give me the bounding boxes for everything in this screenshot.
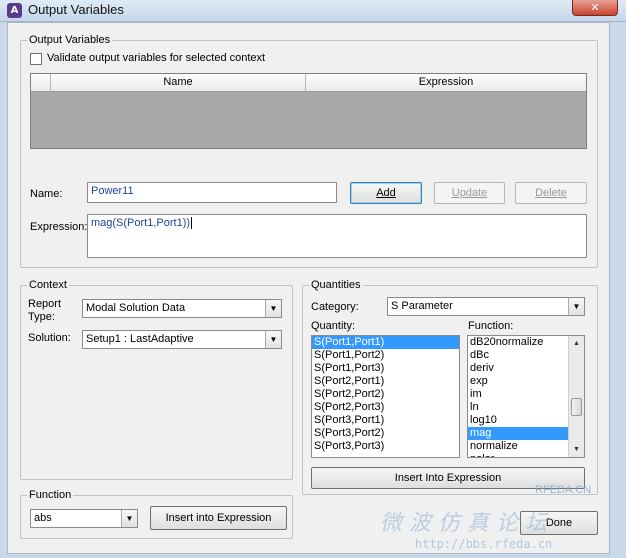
grid-row-header-cell	[31, 74, 51, 92]
list-item[interactable]: S(Port1,Port3)	[312, 362, 459, 375]
quantity-list[interactable]: S(Port1,Port1) S(Port1,Port2) S(Port1,Port…	[311, 335, 460, 458]
name-input[interactable]: Power11	[87, 182, 337, 203]
chevron-down-icon[interactable]: ▼	[265, 331, 281, 348]
category-label: Category:	[311, 301, 359, 313]
function-list-items: dB20normalize dBc deriv exp im ln log10 mag norm…	[468, 336, 568, 457]
list-item[interactable]: polar	[468, 453, 568, 457]
list-item[interactable]: S(Port3,Port1)	[312, 414, 459, 427]
expression-text: mag(S(Port1,Port1))	[91, 217, 191, 229]
expression-label: Expression:	[30, 221, 88, 233]
list-item[interactable]: exp	[468, 375, 568, 388]
category-value: S Parameter	[391, 300, 453, 312]
window-title: Output Variables	[28, 2, 124, 17]
quantities-group: Quantities Category: S Parameter ▼ Quant…	[302, 278, 598, 495]
text-caret	[191, 217, 193, 229]
category-select[interactable]: S Parameter ▼	[387, 297, 585, 316]
report-type-value: Modal Solution Data	[86, 302, 186, 314]
list-item[interactable]: dB20normalize	[468, 336, 568, 349]
list-item[interactable]: S(Port3,Port3)	[312, 440, 459, 453]
function-list-label: Function:	[468, 320, 514, 332]
solution-value: Setup1 : LastAdaptive	[86, 333, 194, 345]
list-item[interactable]: deriv	[468, 362, 568, 375]
name-label: Name:	[30, 188, 63, 200]
function-select[interactable]: abs ▼	[30, 509, 138, 528]
list-item[interactable]: mag	[468, 427, 568, 440]
chevron-down-icon[interactable]: ▼	[265, 300, 281, 317]
title-bar[interactable]: A Output Variables ✕	[0, 0, 626, 22]
context-group: Context Report Type: Modal Solution Data…	[20, 278, 293, 480]
output-variables-grid[interactable]: Name Expression	[30, 73, 587, 149]
list-item[interactable]: S(Port1,Port2)	[312, 349, 459, 362]
list-item[interactable]: S(Port2,Port2)	[312, 388, 459, 401]
watermark-url: http://bbs.rfeda.cn	[415, 537, 553, 551]
delete-button-label: Delete	[535, 187, 567, 199]
add-button-label: Add	[376, 187, 396, 199]
list-item[interactable]: S(Port2,Port3)	[312, 401, 459, 414]
quantity-label: Quantity:	[311, 320, 356, 332]
function-select-value: abs	[34, 512, 52, 524]
list-item[interactable]: normalize	[468, 440, 568, 453]
validate-label: Validate output variables for selected c…	[47, 52, 266, 64]
list-item[interactable]: ln	[468, 401, 568, 414]
function-list[interactable]: dB20normalize dBc deriv exp im ln log10 mag norm…	[467, 335, 585, 458]
list-item[interactable]: S(Port1,Port1)	[312, 336, 459, 349]
name-column-header[interactable]: Name	[51, 74, 306, 92]
dialog-client: Output Variables Validate output variabl…	[7, 22, 610, 554]
expression-input[interactable]: mag(S(Port1,Port1))	[87, 214, 587, 258]
context-group-label: Context	[27, 278, 69, 292]
scroll-down-icon[interactable]: ▼	[569, 442, 584, 457]
function-group-label: Function	[27, 488, 74, 502]
chevron-down-icon[interactable]: ▼	[568, 298, 584, 315]
watermark-chinese: 微 波 仿 真 论 坛	[380, 511, 547, 536]
quantities-group-label: Quantities	[309, 278, 363, 292]
report-type-label: Report Type:	[28, 298, 62, 323]
function-list-scrollbar[interactable]: ▲ ▼	[568, 336, 584, 457]
insert-into-expression-label: Insert Into Expression	[394, 472, 502, 484]
expression-column-label: Expression	[418, 76, 474, 88]
list-item[interactable]: im	[468, 388, 568, 401]
scroll-up-icon[interactable]: ▲	[569, 336, 584, 351]
function-insert-label: Insert into Expression	[165, 512, 272, 524]
watermark-brand: RFEDA.CN	[535, 484, 592, 496]
add-button[interactable]: Add	[350, 182, 422, 204]
update-button-label: Update	[451, 187, 488, 199]
list-item[interactable]: dBc	[468, 349, 568, 362]
update-button[interactable]: Update	[434, 182, 505, 204]
output-variables-group-label: Output Variables	[27, 33, 113, 47]
grid-header: Name Expression	[31, 74, 586, 92]
function-insert-button[interactable]: Insert into Expression	[150, 506, 287, 530]
solution-select[interactable]: Setup1 : LastAdaptive ▼	[82, 330, 282, 349]
done-button-label: Done	[545, 517, 573, 529]
validate-checkbox[interactable]	[30, 53, 42, 65]
expression-column-header[interactable]: Expression	[306, 74, 586, 92]
delete-button[interactable]: Delete	[515, 182, 587, 204]
output-variables-group: Output Variables Validate output variabl…	[20, 33, 598, 268]
close-button[interactable]: ✕	[572, 0, 618, 16]
solution-label: Solution:	[28, 332, 71, 344]
scroll-thumb[interactable]	[571, 398, 582, 416]
report-type-select[interactable]: Modal Solution Data ▼	[82, 299, 282, 318]
chevron-down-icon[interactable]: ▼	[121, 510, 137, 527]
name-column-label: Name	[163, 76, 193, 88]
app-icon: A	[7, 3, 22, 18]
list-item[interactable]: S(Port2,Port1)	[312, 375, 459, 388]
function-group: Function abs ▼ Insert into Expression	[20, 488, 293, 539]
quantity-list-items: S(Port1,Port1) S(Port1,Port2) S(Port1,Port…	[312, 336, 459, 453]
list-item[interactable]: S(Port3,Port2)	[312, 427, 459, 440]
list-item[interactable]: log10	[468, 414, 568, 427]
